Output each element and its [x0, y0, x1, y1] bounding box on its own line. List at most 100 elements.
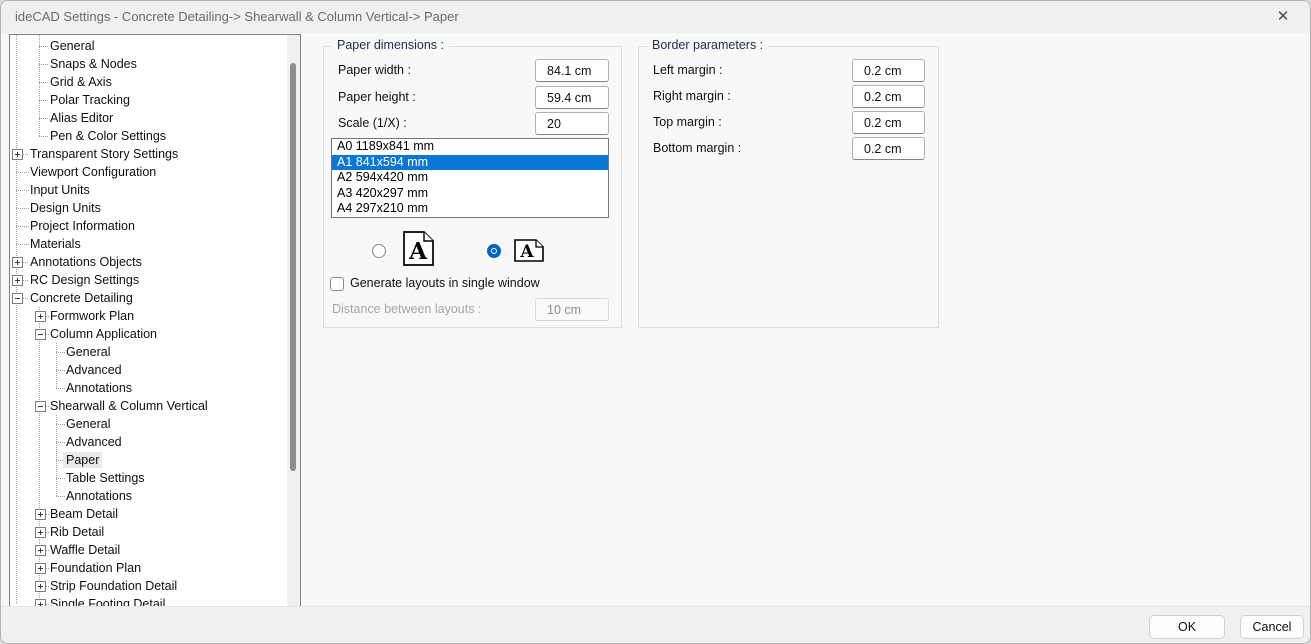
tree-item-shearwall-column-vertical[interactable]: Shearwall & Column Vertical: [10, 397, 300, 415]
tree-item-label: RC Design Settings: [27, 272, 142, 288]
expand-icon[interactable]: [35, 509, 46, 520]
tree-item-label: Transparent Story Settings: [27, 146, 181, 162]
top-margin-input[interactable]: [852, 111, 925, 134]
paper-dimensions-group: Paper dimensions : A0 1189x841 mmA1 841x…: [323, 46, 622, 328]
left-margin-input[interactable]: [852, 59, 925, 82]
tree-item-general[interactable]: General: [10, 415, 300, 433]
paper-width-input[interactable]: [535, 59, 609, 82]
tree-item-design-units[interactable]: Design Units: [10, 199, 300, 217]
tree-item-input-units[interactable]: Input Units: [10, 181, 300, 199]
tree-item-label: Annotations: [63, 380, 135, 396]
tree-item-beam-detail[interactable]: Beam Detail: [10, 505, 300, 523]
generate-layouts-checkbox[interactable]: [330, 277, 344, 291]
tree-item-general[interactable]: General: [10, 343, 300, 361]
collapse-icon[interactable]: [35, 329, 46, 340]
tree-item-annotations-objects[interactable]: Annotations Objects: [10, 253, 300, 271]
paper-height-input[interactable]: [535, 86, 609, 109]
tree-item-label: Project Information: [27, 218, 138, 234]
tree-item-label: Waffle Detail: [47, 542, 123, 558]
paper-size-option-a0[interactable]: A0 1189x841 mm: [332, 139, 608, 155]
border-parameters-title: Border parameters :: [647, 38, 768, 52]
bottom-margin-label: Bottom margin :: [653, 137, 741, 160]
paper-size-option-a4[interactable]: A4 297x210 mm: [332, 201, 608, 217]
expand-icon[interactable]: [35, 563, 46, 574]
tree-item-label: General: [47, 38, 97, 54]
right-margin-input[interactable]: [852, 85, 925, 108]
tree-item-alias-editor[interactable]: Alias Editor: [10, 109, 300, 127]
tree-item-label: Design Units: [27, 200, 104, 216]
distance-between-layouts-input[interactable]: [535, 298, 609, 321]
border-parameters-group: Border parameters : Left margin :Right m…: [638, 46, 939, 328]
tree-item-column-application[interactable]: Column Application: [10, 325, 300, 343]
tree-item-advanced[interactable]: Advanced: [10, 361, 300, 379]
tree-item-viewport-configuration[interactable]: Viewport Configuration: [10, 163, 300, 181]
scale-1-x-label: Scale (1/X) :: [338, 112, 407, 135]
tree-item-project-information[interactable]: Project Information: [10, 217, 300, 235]
cancel-button[interactable]: Cancel: [1240, 615, 1304, 639]
collapse-icon[interactable]: [35, 401, 46, 412]
tree-item-annotations[interactable]: Annotations: [10, 487, 300, 505]
settings-tree: GeneralSnaps & NodesGrid & AxisPolar Tra…: [9, 34, 301, 608]
tree-item-foundation-plan[interactable]: Foundation Plan: [10, 559, 300, 577]
paper-dimensions-title: Paper dimensions :: [332, 38, 449, 52]
tree-item-transparent-story-settings[interactable]: Transparent Story Settings: [10, 145, 300, 163]
landscape-page-icon: A: [513, 238, 545, 263]
tree-item-label: Viewport Configuration: [27, 164, 159, 180]
close-icon[interactable]: ✕: [1272, 7, 1294, 27]
tree-item-label: Grid & Axis: [47, 74, 115, 90]
scale-1-x-input[interactable]: [535, 112, 609, 135]
tree-item-label: Annotations: [63, 488, 135, 504]
collapse-icon[interactable]: [12, 293, 23, 304]
expand-icon[interactable]: [35, 311, 46, 322]
paper-size-option-a2[interactable]: A2 594x420 mm: [332, 170, 608, 186]
tree-item-grid-axis[interactable]: Grid & Axis: [10, 73, 300, 91]
orientation-letter: A: [519, 242, 534, 262]
tree-item-label: Pen & Color Settings: [47, 128, 169, 144]
expand-icon[interactable]: [35, 581, 46, 592]
portrait-page-icon: A: [401, 230, 436, 267]
landscape-radio[interactable]: [487, 244, 501, 258]
distance-between-layouts-label: Distance between layouts :: [332, 298, 481, 321]
tree-item-strip-foundation-detail[interactable]: Strip Foundation Detail: [10, 577, 300, 595]
tree-item-general[interactable]: General: [10, 37, 300, 55]
tree-item-materials[interactable]: Materials: [10, 235, 300, 253]
settings-dialog: ideCAD Settings - Concrete Detailing-> S…: [0, 0, 1311, 644]
expand-icon[interactable]: [35, 545, 46, 556]
tree-item-label: Rib Detail: [47, 524, 107, 540]
tree-item-label: Column Application: [47, 326, 160, 342]
tree-item-rib-detail[interactable]: Rib Detail: [10, 523, 300, 541]
tree-item-label: Advanced: [63, 362, 125, 378]
paper-size-option-a1[interactable]: A1 841x594 mm: [332, 155, 608, 171]
generate-layouts-label: Generate layouts in single window: [350, 272, 540, 295]
tree-item-paper[interactable]: Paper: [10, 451, 300, 469]
ok-button[interactable]: OK: [1149, 615, 1225, 639]
tree-item-annotations[interactable]: Annotations: [10, 379, 300, 397]
tree-item-label: Advanced: [63, 434, 125, 450]
expand-icon[interactable]: [12, 257, 23, 268]
tree-item-label: Paper: [63, 452, 102, 468]
paper-size-listbox[interactable]: A0 1189x841 mmA1 841x594 mmA2 594x420 mm…: [331, 138, 609, 218]
tree-item-polar-tracking[interactable]: Polar Tracking: [10, 91, 300, 109]
paper-size-option-a3[interactable]: A3 420x297 mm: [332, 186, 608, 202]
tree-item-label: Beam Detail: [47, 506, 121, 522]
tree-item-snaps-nodes[interactable]: Snaps & Nodes: [10, 55, 300, 73]
tree-item-label: Concrete Detailing: [27, 290, 136, 306]
title-bar: ideCAD Settings - Concrete Detailing-> S…: [1, 1, 1310, 33]
tree-item-label: Materials: [27, 236, 84, 252]
tree-item-pen-color-settings[interactable]: Pen & Color Settings: [10, 127, 300, 145]
tree-item-rc-design-settings[interactable]: RC Design Settings: [10, 271, 300, 289]
tree-item-label: Formwork Plan: [47, 308, 137, 324]
tree-item-waffle-detail[interactable]: Waffle Detail: [10, 541, 300, 559]
tree-item-label: Foundation Plan: [47, 560, 144, 576]
portrait-radio[interactable]: [372, 244, 386, 258]
tree-item-concrete-detailing[interactable]: Concrete Detailing: [10, 289, 300, 307]
expand-icon[interactable]: [12, 149, 23, 160]
tree-item-formwork-plan[interactable]: Formwork Plan: [10, 307, 300, 325]
tree-item-table-settings[interactable]: Table Settings: [10, 469, 300, 487]
tree-item-advanced[interactable]: Advanced: [10, 433, 300, 451]
tree-item-label: General: [63, 416, 113, 432]
expand-icon[interactable]: [12, 275, 23, 286]
orientation-letter: A: [408, 238, 428, 265]
bottom-margin-input[interactable]: [852, 137, 925, 160]
expand-icon[interactable]: [35, 527, 46, 538]
